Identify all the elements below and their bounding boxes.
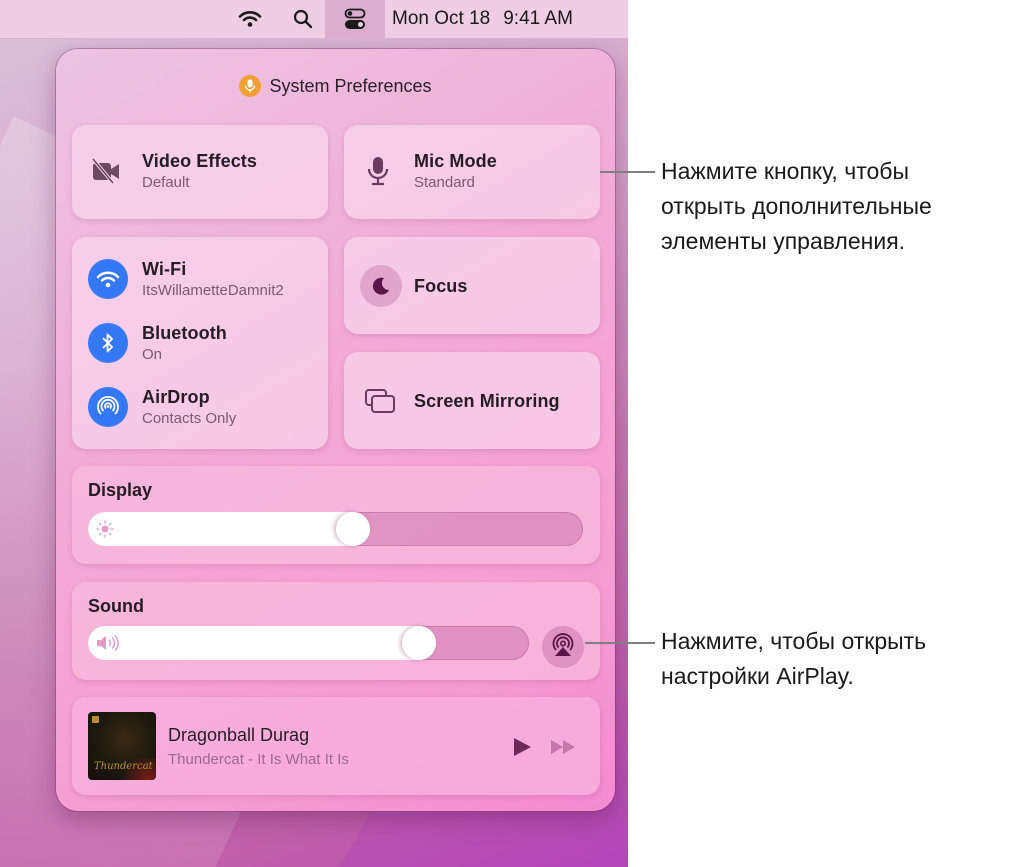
airdrop-title: AirDrop — [142, 387, 210, 407]
focus-title: Focus — [414, 275, 468, 296]
wifi-icon — [88, 259, 128, 299]
airplay-button[interactable] — [542, 626, 584, 668]
mic-mode-subtitle: Standard — [414, 174, 475, 191]
callout-controls: Нажмите кнопку, чтобы открыть дополнител… — [661, 154, 932, 259]
video-effects-title: Video Effects — [142, 151, 258, 171]
sound-section: Sound — [72, 582, 600, 680]
speaker-icon — [96, 634, 120, 657]
video-effects-subtitle: Default — [142, 174, 190, 191]
airdrop-toggle[interactable]: AirDrop Contacts Only — [88, 387, 236, 427]
menubar-clock[interactable]: Mon Oct 18 9:41 AM — [392, 0, 586, 38]
album-artwork[interactable]: Thundercat — [88, 712, 156, 780]
mic-mode-button[interactable]: Mic Mode Standard — [344, 125, 600, 219]
callout-leader-line — [585, 642, 655, 644]
display-slider-fill — [88, 512, 371, 546]
now-playing-section: Thundercat Dragonball Durag Thundercat -… — [72, 697, 600, 795]
volume-slider[interactable] — [88, 626, 529, 660]
airdrop-icon — [88, 387, 128, 427]
menubar-time: 9:41 AM — [503, 8, 573, 29]
menubar-date: Mon Oct 18 — [392, 8, 491, 29]
display-brightness-slider[interactable] — [88, 512, 583, 546]
display-label: Display — [88, 480, 153, 500]
callout-airplay-line-2: настройки AirPlay. — [661, 663, 854, 689]
bluetooth-toggle[interactable]: Bluetooth On — [88, 323, 227, 363]
screen-mirroring-button[interactable]: Screen Mirroring — [344, 352, 600, 449]
sun-icon — [96, 520, 114, 543]
bluetooth-status: On — [142, 346, 163, 363]
bluetooth-icon — [88, 323, 128, 363]
wifi-title: Wi-Fi — [142, 259, 187, 279]
display-slider-knob[interactable] — [336, 512, 371, 546]
sound-label: Sound — [88, 596, 144, 616]
moon-icon — [360, 265, 402, 307]
play-icon[interactable] — [512, 737, 532, 762]
menubar-search-icon[interactable] — [288, 0, 318, 38]
fast-forward-icon[interactable] — [550, 738, 578, 761]
screen-mirroring-icon — [360, 388, 400, 414]
song-artist-album: Thundercat - It Is What It Is — [168, 751, 349, 768]
screen-mirroring-title: Screen Mirroring — [414, 390, 560, 411]
bluetooth-title: Bluetooth — [142, 323, 227, 343]
callout-airplay-line-1: Нажмите, чтобы открыть — [661, 628, 927, 654]
callout-controls-line-1: Нажмите кнопку, чтобы — [661, 158, 909, 184]
panel-header-title: System Preferences — [269, 75, 432, 96]
volume-slider-fill — [88, 626, 437, 660]
control-center-icon[interactable] — [325, 0, 385, 38]
focus-button[interactable]: Focus — [344, 237, 600, 334]
video-effects-button[interactable]: Video Effects Default — [72, 125, 328, 219]
mic-mode-title: Mic Mode — [414, 151, 497, 171]
display-section: Display — [72, 466, 600, 564]
desktop-background: Mon Oct 18 9:41 AM System Preferences Vi… — [0, 0, 628, 867]
panel-header: System Preferences — [56, 75, 615, 97]
callout-airplay: Нажмите, чтобы открыть настройки AirPlay… — [661, 624, 926, 694]
volume-slider-knob[interactable] — [402, 626, 437, 660]
control-center-panel: System Preferences Video Effects Default… — [56, 49, 615, 811]
menubar-wifi-icon[interactable] — [234, 0, 266, 38]
menu-bar: Mon Oct 18 9:41 AM — [0, 0, 628, 39]
microphone-icon — [239, 75, 262, 97]
callout-leader-line — [600, 171, 655, 173]
network-group: Wi-Fi ItsWillametteDamnit2 Bluetooth On — [72, 237, 328, 449]
wifi-network-name: ItsWillametteDamnit2 — [142, 282, 284, 299]
wifi-toggle[interactable]: Wi-Fi ItsWillametteDamnit2 — [88, 259, 284, 299]
video-slash-icon — [86, 158, 126, 184]
microphone-icon — [358, 156, 398, 186]
airdrop-status: Contacts Only — [142, 410, 237, 427]
song-title: Dragonball Durag — [168, 725, 310, 745]
airplay-icon — [550, 632, 576, 663]
callout-controls-line-3: элементы управления. — [661, 228, 906, 254]
callout-controls-line-2: открыть дополнительные — [661, 193, 932, 219]
